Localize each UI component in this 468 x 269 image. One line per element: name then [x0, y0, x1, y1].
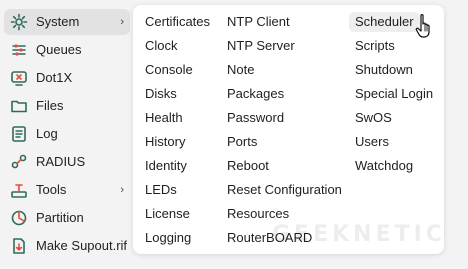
- dot1x-icon: [10, 69, 28, 87]
- sidebar-item-label: Tools: [36, 182, 67, 197]
- menu-item-note[interactable]: Note: [221, 60, 260, 80]
- sidebar-item-tools[interactable]: Tools ›: [4, 177, 130, 203]
- sidebar-item-system[interactable]: System ›: [4, 9, 130, 35]
- sidebar-item-label: Make Supout.rif: [36, 238, 128, 253]
- menu-item-special-login[interactable]: Special Login: [349, 84, 439, 104]
- menu-item-disks[interactable]: Disks: [139, 84, 183, 104]
- sidebar-item-radius[interactable]: RADIUS: [4, 149, 130, 175]
- chevron-right-icon: ›: [120, 184, 124, 196]
- sidebar-item-label: RADIUS: [36, 154, 86, 169]
- menu-item-history[interactable]: History: [139, 132, 191, 152]
- sidebar-item-label: Files: [36, 98, 64, 113]
- supout-icon: [10, 237, 28, 255]
- sidebar-item-partition[interactable]: Partition: [4, 205, 130, 231]
- sidebar-item-dot1x[interactable]: Dot1X: [4, 65, 130, 91]
- sidebar-item-queues[interactable]: Queues: [4, 37, 130, 63]
- menu-item-ntp-server[interactable]: NTP Server: [221, 36, 301, 56]
- folder-icon: [10, 97, 28, 115]
- sidebar-item-files[interactable]: Files: [4, 93, 130, 119]
- menu-item-reset-configuration[interactable]: Reset Configuration: [221, 180, 348, 200]
- sidebar-item-label: Log: [36, 126, 58, 141]
- gear-icon: [10, 13, 28, 31]
- menu-item-leds[interactable]: LEDs: [139, 180, 183, 200]
- queues-icon: [10, 41, 28, 59]
- sidebar: System › Queues Dot1X Files Log RADIUS T…: [0, 0, 132, 269]
- menu-item-ntp-client[interactable]: NTP Client: [221, 12, 296, 32]
- sidebar-item-label: Partition: [36, 210, 84, 225]
- menu-item-ports[interactable]: Ports: [221, 132, 263, 152]
- menu-item-identity[interactable]: Identity: [139, 156, 193, 176]
- menu-item-shutdown[interactable]: Shutdown: [349, 60, 419, 80]
- menu-item-resources[interactable]: Resources: [221, 204, 295, 224]
- sidebar-item-label: Queues: [36, 42, 82, 57]
- menu-item-certificates[interactable]: Certificates: [139, 12, 216, 32]
- menu-item-password[interactable]: Password: [221, 108, 290, 128]
- sidebar-item-label: System: [36, 14, 80, 29]
- sidebar-item-make-supout[interactable]: Make Supout.rif: [4, 233, 130, 259]
- menu-item-clock[interactable]: Clock: [139, 36, 184, 56]
- hand-cursor-icon: [415, 14, 430, 38]
- menu-item-console[interactable]: Console: [139, 60, 199, 80]
- menu-item-users[interactable]: Users: [349, 132, 395, 152]
- tools-icon: [10, 181, 28, 199]
- menu-item-reboot[interactable]: Reboot: [221, 156, 275, 176]
- menu-item-license[interactable]: License: [139, 204, 196, 224]
- menu-item-logging[interactable]: Logging: [139, 228, 197, 248]
- sidebar-item-label: Dot1X: [36, 70, 73, 85]
- log-icon: [10, 125, 28, 143]
- partition-icon: [10, 209, 28, 227]
- menu-item-routerboard[interactable]: RouterBOARD: [221, 228, 318, 248]
- menu-item-scripts[interactable]: Scripts: [349, 36, 401, 56]
- radius-icon: [10, 153, 28, 171]
- menu-item-scheduler[interactable]: Scheduler: [349, 12, 420, 32]
- menu-item-packages[interactable]: Packages: [221, 84, 290, 104]
- sidebar-item-log[interactable]: Log: [4, 121, 130, 147]
- menu-item-health[interactable]: Health: [139, 108, 189, 128]
- chevron-right-icon: ›: [120, 16, 124, 28]
- system-submenu: Certificates Clock Console Disks Health …: [133, 5, 444, 254]
- menu-item-swos[interactable]: SwOS: [349, 108, 398, 128]
- menu-item-watchdog[interactable]: Watchdog: [349, 156, 419, 176]
